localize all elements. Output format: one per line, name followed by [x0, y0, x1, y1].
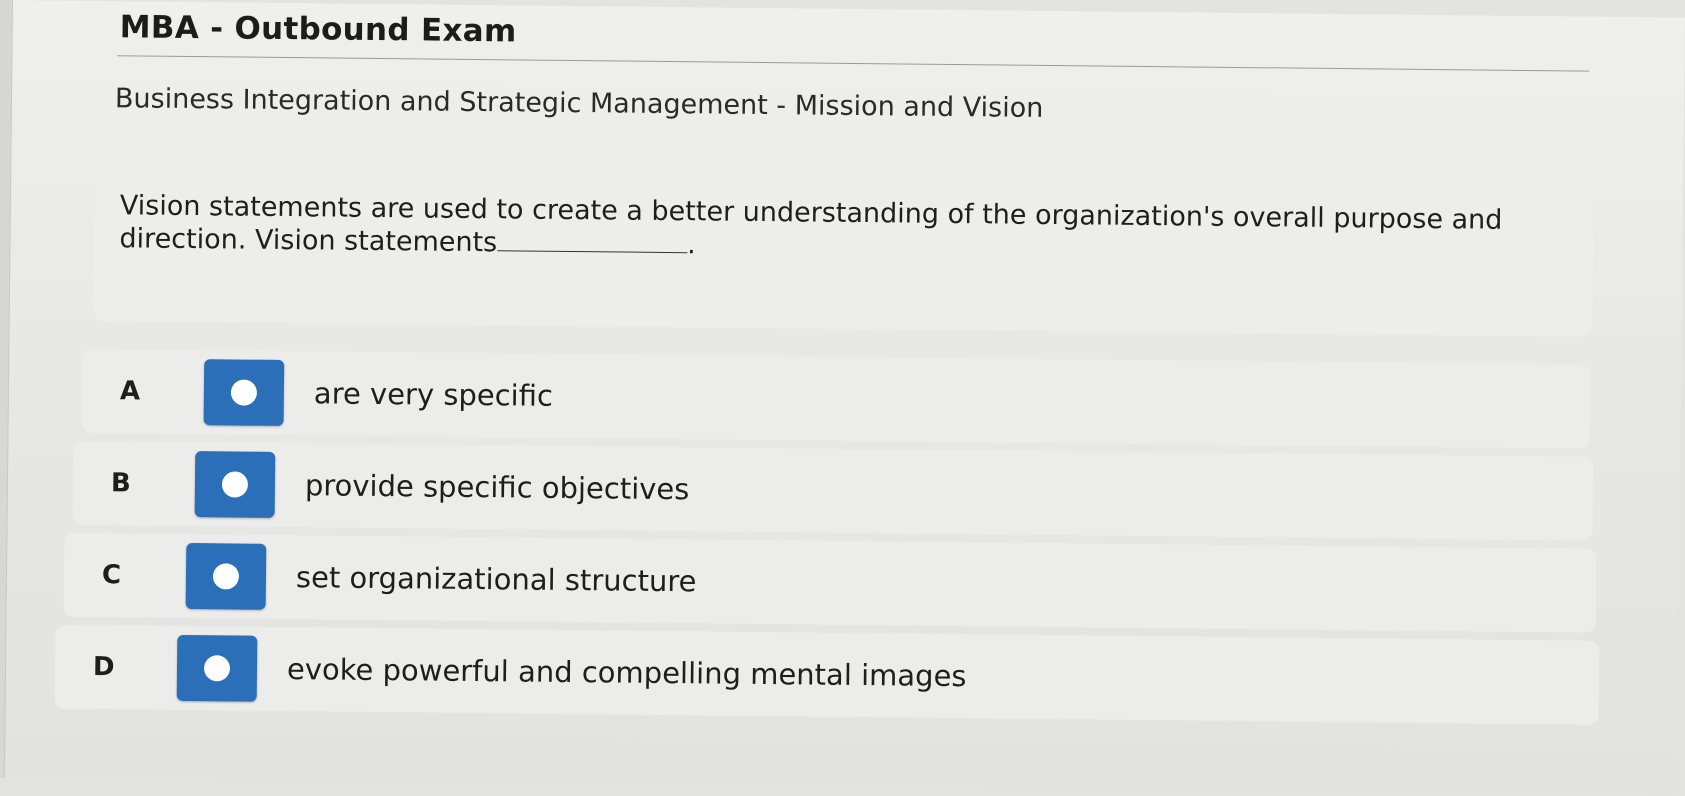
radio-circle-icon — [230, 379, 258, 406]
option-letter: C — [101, 560, 122, 591]
left-window-edge — [0, 0, 13, 779]
option-a-radio-button[interactable] — [203, 359, 285, 426]
option-text: provide specific objectives — [304, 468, 690, 507]
subject-heading: Business Integration and Strategic Manag… — [114, 83, 1044, 124]
option-letter: A — [119, 376, 141, 407]
option-a[interactable]: A are very specific — [81, 348, 1591, 449]
exam-screen: MBA - Outbound Exam Business Integration… — [0, 0, 1685, 796]
radio-circle-icon — [212, 563, 240, 590]
option-b[interactable]: B provide specific objectives — [72, 440, 1594, 541]
option-letter: D — [92, 652, 115, 683]
title-divider — [117, 55, 1590, 72]
option-text: set organizational structure — [295, 560, 697, 599]
answer-blank — [497, 228, 688, 254]
question-panel: Vision statements are used to create a b… — [92, 150, 1595, 337]
exam-title: MBA - Outbound Exam — [119, 9, 517, 50]
question-prompt: Vision statements are used to create a b… — [119, 189, 1540, 270]
option-d[interactable]: D evoke powerful and compelling mental i… — [54, 624, 1600, 725]
option-d-radio-button[interactable] — [176, 634, 258, 702]
option-b-radio-button[interactable] — [194, 451, 276, 518]
option-c-radio-button[interactable] — [185, 542, 267, 610]
option-c[interactable]: C set organizational structure — [63, 532, 1597, 633]
option-text: are very specific — [313, 376, 554, 413]
option-letter: B — [110, 468, 131, 499]
radio-circle-icon — [203, 655, 231, 682]
radio-circle-icon — [221, 471, 249, 498]
question-end-punctuation: . — [687, 229, 696, 261]
option-text: evoke powerful and compelling mental ima… — [286, 652, 967, 694]
question-text: Vision statements are used to create a b… — [119, 190, 1503, 259]
